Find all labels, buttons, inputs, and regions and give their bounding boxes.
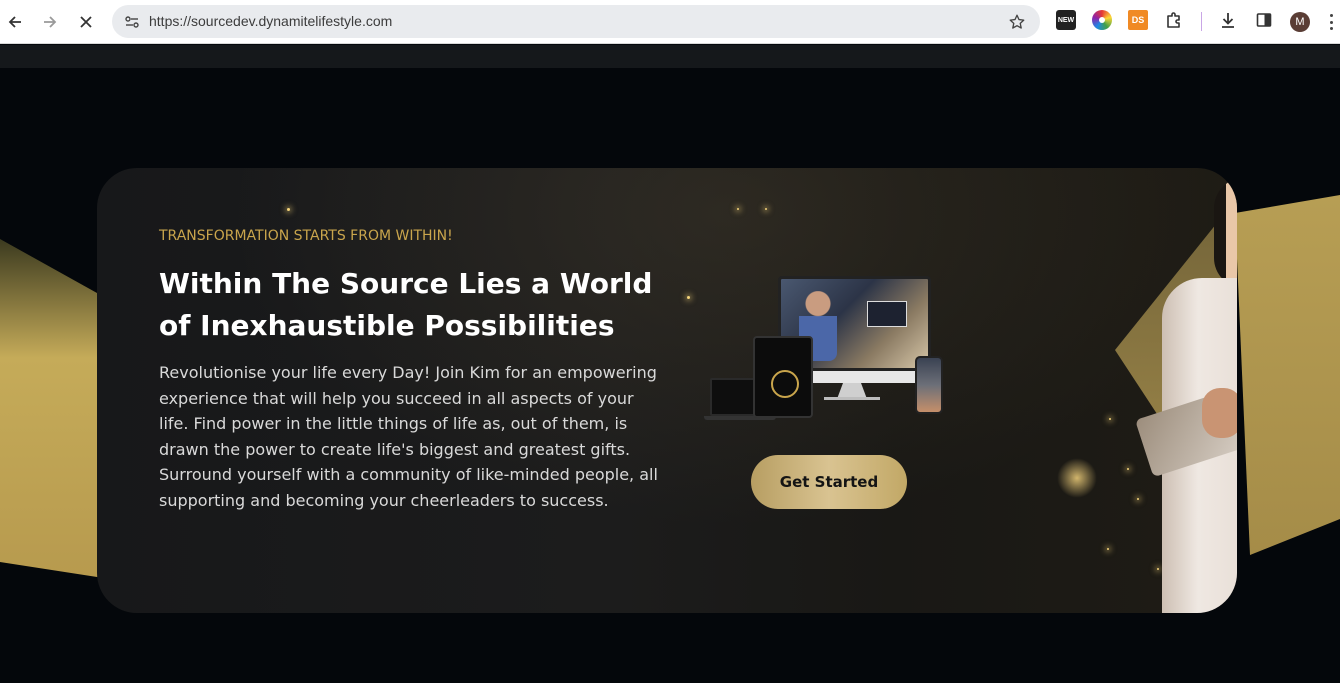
page-viewport: TRANSFORMATION STARTS FROM WITHIN! Withi… — [0, 45, 1340, 683]
tablet-mockup — [753, 336, 813, 418]
toolbar-divider — [1201, 12, 1202, 31]
bookmark-button[interactable] — [1006, 11, 1028, 33]
extension-new-label: NEW — [1057, 16, 1075, 24]
site-header-strip — [0, 45, 1340, 68]
extension-color-wheel-icon[interactable] — [1092, 10, 1112, 30]
address-bar[interactable]: https://sourcedev.dynamitelifestyle.com — [112, 5, 1040, 38]
side-panel-button[interactable] — [1254, 10, 1274, 30]
hero-card: TRANSFORMATION STARTS FROM WITHIN! Withi… — [97, 168, 1237, 613]
profile-avatar[interactable]: M — [1290, 12, 1310, 32]
extension-ds-label: DS — [1131, 15, 1145, 25]
forward-arrow-icon — [44, 16, 57, 28]
extensions-button[interactable] — [1164, 10, 1184, 30]
forward-button[interactable] — [36, 8, 64, 36]
bookmark-star-icon — [1009, 14, 1025, 29]
hero-person-image — [1135, 168, 1237, 613]
decorative-gold-shape-left — [0, 239, 110, 579]
url-text[interactable]: https://sourcedev.dynamitelifestyle.com — [149, 13, 392, 29]
browser-toolbar: https://sourcedev.dynamitelifestyle.com … — [0, 0, 1340, 44]
phone-mockup — [915, 356, 943, 414]
menu-dots-icon[interactable] — [1326, 12, 1336, 32]
get-started-button[interactable]: Get Started — [751, 455, 907, 509]
hero-eyebrow: TRANSFORMATION STARTS FROM WITHIN! — [159, 228, 453, 244]
back-button[interactable] — [1, 8, 29, 36]
site-info-icon — [125, 16, 139, 28]
extension-new-icon[interactable]: NEW — [1056, 10, 1076, 30]
stop-loading-icon — [80, 16, 92, 28]
extensions-puzzle-icon — [1167, 12, 1180, 28]
hero-description: Revolutionise your life every Day! Join … — [159, 363, 658, 510]
side-panel-icon — [1256, 13, 1272, 27]
light-glow — [1057, 458, 1097, 498]
devices-mockup-image — [702, 276, 952, 436]
back-arrow-icon — [8, 16, 21, 28]
extension-ds-icon[interactable]: DS — [1128, 10, 1148, 30]
hero-headline: Within The Source Lies a World of Inexha… — [159, 267, 653, 342]
downloads-button[interactable] — [1218, 10, 1238, 30]
downloads-icon — [1222, 13, 1234, 28]
site-info-button[interactable] — [120, 10, 144, 34]
stop-loading-button[interactable] — [72, 8, 100, 36]
